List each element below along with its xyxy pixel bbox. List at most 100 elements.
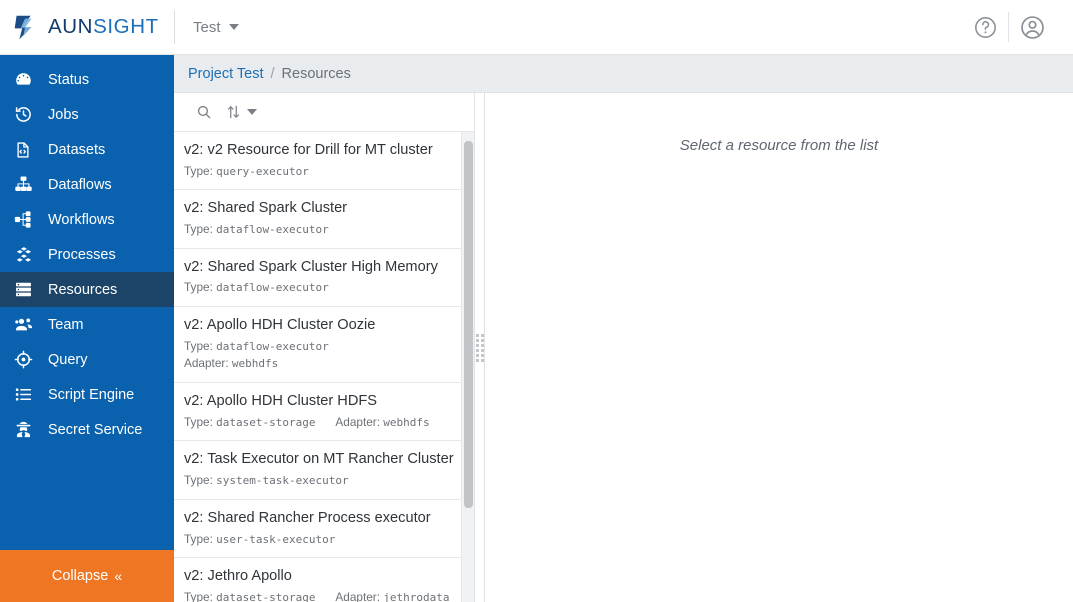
project-diagram-icon — [14, 210, 42, 229]
sidebar-item-query[interactable]: Query — [0, 342, 174, 377]
panes: v2: v2 Resource for Drill for MT cluster… — [174, 93, 1073, 602]
sort-button[interactable] — [226, 104, 257, 120]
breadcrumb-project-link[interactable]: Project Test — [188, 66, 264, 82]
resource-list-pane: v2: v2 Resource for Drill for MT cluster… — [174, 93, 475, 602]
type-label: Type: — [184, 589, 213, 602]
breadcrumb: Project Test / Resources — [174, 55, 1073, 93]
users-icon — [14, 315, 42, 335]
crosshair-icon — [14, 350, 42, 369]
sidebar-item-datasets[interactable]: Datasets — [0, 132, 174, 167]
sidebar-item-workflows[interactable]: Workflows — [0, 202, 174, 237]
header-divider — [174, 10, 175, 44]
top-bar: AUNSIGHT Test — [0, 0, 1073, 55]
sidebar-item-resources[interactable]: Resources — [0, 272, 174, 307]
sidebar-item-team[interactable]: Team — [0, 307, 174, 342]
project-selector-label: Test — [193, 18, 221, 36]
list-item[interactable]: v2: Apollo HDH Cluster Oozie Type: dataf… — [174, 307, 474, 384]
sidebar-item-label: Processes — [48, 246, 116, 263]
resource-title: v2: v2 Resource for Drill for MT cluster — [184, 142, 433, 158]
brand-logo[interactable]: AUNSIGHT — [0, 0, 174, 54]
resource-detail-pane: Select a resource from the list — [485, 93, 1073, 602]
resource-meta: Type: user-task-executor — [184, 531, 460, 549]
list-item[interactable]: v2: Jethro Apollo Type: dataset-storage … — [174, 558, 474, 602]
type-value: dataflow-executor — [216, 223, 329, 237]
sidebar-item-processes[interactable]: Processes — [0, 237, 174, 272]
list-item[interactable]: v2: Task Executor on MT Rancher Cluster … — [174, 441, 474, 500]
help-button[interactable] — [962, 15, 1008, 40]
user-secret-icon — [14, 420, 42, 439]
adapter-value: jethrodata — [383, 590, 450, 602]
resource-list: v2: v2 Resource for Drill for MT cluster… — [174, 132, 474, 602]
main-content: Project Test / Resources v2: v2 Resource… — [174, 55, 1073, 602]
brand-text-secondary: SIGHT — [93, 14, 159, 38]
resource-meta: Type: system-task-executor — [184, 472, 460, 490]
list-item[interactable]: v2: Shared Rancher Process executor Type… — [174, 499, 474, 559]
server-icon — [14, 280, 42, 299]
detail-placeholder: Select a resource from the list — [679, 137, 879, 154]
list-item[interactable]: v2: v2 Resource for Drill for MT cluster… — [174, 132, 474, 191]
type-label: Type: — [184, 222, 213, 237]
sidebar-item-label: Resources — [48, 281, 118, 298]
app-root: AUNSIGHT Test Status Jobs Datasets Dataf… — [0, 0, 1073, 602]
pane-splitter[interactable] — [475, 93, 485, 602]
adapter-value: webhdfs — [383, 415, 430, 429]
body: Status Jobs Datasets Dataflows Workflows… — [0, 55, 1073, 602]
collapse-sidebar-button[interactable]: Collapse « — [0, 550, 174, 602]
chevron-down-icon — [247, 109, 257, 115]
sidebar-item-secret-service[interactable]: Secret Service — [0, 412, 174, 447]
type-value: dataflow-executor — [216, 339, 329, 353]
user-account-icon — [1020, 15, 1044, 39]
list-item[interactable]: v2: Apollo HDH Cluster HDFS Type: datase… — [174, 383, 474, 442]
sidebar-item-label: Secret Service — [48, 421, 143, 438]
search-button[interactable] — [196, 104, 212, 120]
collapse-label: Collapse — [51, 568, 109, 584]
type-label: Type: — [184, 338, 213, 353]
sidebar-item-dataflows[interactable]: Dataflows — [0, 167, 174, 202]
resource-title: v2: Apollo HDH Cluster Oozie — [184, 317, 376, 334]
help-circle-icon — [974, 16, 996, 38]
list-item[interactable]: v2: Shared Spark Cluster High Memory Typ… — [174, 248, 474, 308]
resource-list-toolbar — [174, 93, 474, 132]
type-value: query-executor — [216, 164, 309, 178]
sidebar-item-script-engine[interactable]: Script Engine — [0, 377, 174, 412]
type-value: dataset-storage — [216, 590, 316, 602]
drag-handle-icon — [475, 333, 484, 362]
type-label: Type: — [184, 280, 213, 295]
resource-title: v2: Shared Spark Cluster — [184, 200, 348, 217]
sort-arrows-icon — [227, 105, 240, 119]
resource-meta: Type: dataset-storage Adapter: jethrodat… — [184, 589, 460, 602]
list-scrollbar[interactable] — [461, 132, 474, 602]
chevron-down-icon — [228, 24, 239, 30]
sidebar-nav: Status Jobs Datasets Dataflows Workflows… — [0, 55, 174, 447]
resource-title: v2: Shared Spark Cluster High Memory — [184, 258, 438, 275]
gauge-icon — [14, 70, 42, 89]
sidebar-item-jobs[interactable]: Jobs — [0, 97, 174, 132]
sidebar-item-label: Script Engine — [48, 386, 135, 403]
double-chevron-left-icon: « — [114, 568, 123, 584]
type-label: Type: — [184, 473, 213, 488]
file-code-icon — [14, 141, 42, 159]
resource-title: v2: Jethro Apollo — [184, 568, 292, 585]
type-value: user-task-executor — [216, 532, 336, 546]
resource-title: v2: Apollo HDH Cluster HDFS — [184, 393, 378, 410]
project-selector[interactable]: Test — [193, 19, 239, 36]
resource-list-scroll[interactable]: v2: v2 Resource for Drill for MT cluster… — [174, 132, 474, 602]
sidebar-item-label: Jobs — [48, 106, 79, 123]
history-clock-icon — [14, 105, 42, 124]
adapter-label: Adapter: — [335, 414, 381, 429]
sidebar-item-label: Team — [48, 316, 84, 333]
account-button[interactable] — [1009, 14, 1055, 41]
cubes-icon — [14, 245, 42, 265]
sitemap-icon — [14, 175, 42, 194]
top-bar-actions — [962, 0, 1073, 54]
aunsight-logo-icon — [14, 15, 32, 40]
sidebar: Status Jobs Datasets Dataflows Workflows… — [0, 55, 174, 602]
list-scrollbar-thumb[interactable] — [464, 141, 473, 508]
adapter-label: Adapter: — [335, 589, 381, 602]
resource-meta: Type: query-executor — [184, 163, 460, 181]
adapter-label: Adapter: — [184, 356, 229, 371]
list-item[interactable]: v2: Shared Spark Cluster Type: dataflow-… — [174, 190, 474, 249]
sidebar-item-status[interactable]: Status — [0, 62, 174, 97]
sidebar-item-label: Status — [48, 71, 90, 88]
